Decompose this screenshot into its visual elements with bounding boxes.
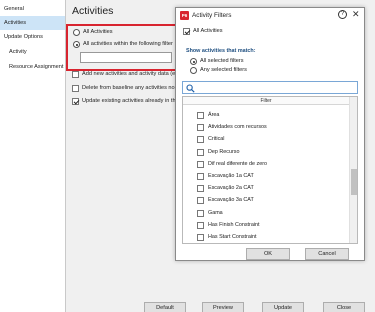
add-new-label: Add new activities and activity data (ex… — [82, 71, 184, 77]
filter-list-scrollbar[interactable] — [349, 97, 357, 243]
match-any-radio[interactable] — [190, 67, 197, 74]
p6-app-icon: P6 — [180, 11, 189, 20]
filter-item-label: Escavação 2a CAT — [208, 185, 254, 192]
settings-sidebar: General Activities Update Options Activi… — [0, 0, 66, 312]
filter-search-input[interactable] — [182, 81, 358, 94]
all-activities-radio[interactable] — [73, 29, 80, 36]
filter-item-checkbox[interactable] — [197, 124, 204, 132]
update-existing-checkbox[interactable] — [72, 98, 79, 105]
page-title: Activities — [72, 5, 114, 17]
filter-item-label: Dep Recurso — [208, 148, 240, 155]
sidebar-item-general[interactable]: General — [0, 2, 65, 16]
delete-baseline-checkbox[interactable] — [72, 85, 79, 92]
filter-item-checkbox[interactable] — [197, 221, 204, 229]
update-existing-label: Update existing activities already in th… — [82, 98, 184, 104]
filter-item-label: Critical — [208, 136, 225, 143]
default-button[interactable]: Default — [144, 302, 186, 312]
cancel-button[interactable]: Cancel — [305, 248, 349, 260]
filter-item-label: Área — [208, 112, 220, 118]
search-icon — [186, 84, 195, 93]
match-any-label: Any selected filters — [200, 67, 247, 73]
scrollbar-thumb[interactable] — [351, 169, 357, 195]
filter-activities-radio[interactable] — [73, 41, 80, 48]
filter-activities-label: All activities within the following filt… — [83, 41, 173, 47]
delete-baseline-label: Delete from baseline any activities no l… — [82, 85, 184, 91]
filter-field[interactable] — [80, 52, 172, 63]
filter-item-label: Atividades com recursos — [208, 124, 267, 131]
preview-button[interactable]: Preview — [202, 302, 244, 312]
all-activities-checkbox[interactable] — [183, 28, 190, 35]
filter-item-label: Gama — [208, 209, 223, 216]
filter-item-checkbox[interactable] — [197, 148, 204, 156]
add-new-checkbox[interactable] — [72, 71, 79, 78]
filter-item-checkbox[interactable] — [197, 160, 204, 168]
filter-item-label: Dif real diferente de zero — [208, 160, 268, 167]
filter-item-checkbox[interactable] — [197, 136, 204, 144]
sidebar-item-update-options[interactable]: Update Options — [0, 30, 65, 44]
filter-item-label: Has Finish Constraint — [208, 221, 260, 228]
filter-item-label: Has Start Constraint — [208, 234, 257, 240]
match-section-label: Show activities that match: — [186, 48, 256, 54]
filter-list: Filter Área Atividades com recursos Critic… — [182, 96, 358, 244]
filter-column-header[interactable]: Filter — [183, 97, 349, 105]
filter-item-checkbox[interactable] — [197, 112, 204, 119]
dialog-title: Activity Filters — [192, 12, 232, 19]
filter-item-label: Escavação 1a CAT — [208, 173, 254, 179]
filter-item-checkbox[interactable] — [197, 197, 204, 205]
activity-filters-dialog: P6 Activity Filters ? ✕ All Activities S… — [175, 7, 365, 261]
all-activities-checkbox-label: All Activities — [193, 28, 223, 34]
match-all-radio[interactable] — [190, 58, 197, 65]
sidebar-item-resource-assignment[interactable]: Resource Assignment — [0, 60, 65, 74]
filter-item-checkbox[interactable] — [197, 185, 204, 193]
ok-button[interactable]: OK — [246, 248, 290, 260]
all-activities-label: All Activities — [83, 29, 113, 35]
filter-item-checkbox[interactable] — [197, 209, 204, 217]
filter-item-checkbox[interactable] — [197, 173, 204, 180]
close-button[interactable]: Close — [323, 302, 365, 312]
update-button[interactable]: Update — [262, 302, 304, 312]
close-icon[interactable]: ✕ — [352, 9, 360, 19]
filter-item-checkbox[interactable] — [197, 234, 204, 241]
sidebar-item-activity[interactable]: Activity — [0, 45, 65, 59]
help-icon[interactable]: ? — [338, 10, 347, 19]
sidebar-item-activities[interactable]: Activities — [0, 16, 65, 30]
filter-item-label: Escavação 3a CAT — [208, 197, 254, 204]
match-all-label: All selected filters — [200, 58, 244, 64]
